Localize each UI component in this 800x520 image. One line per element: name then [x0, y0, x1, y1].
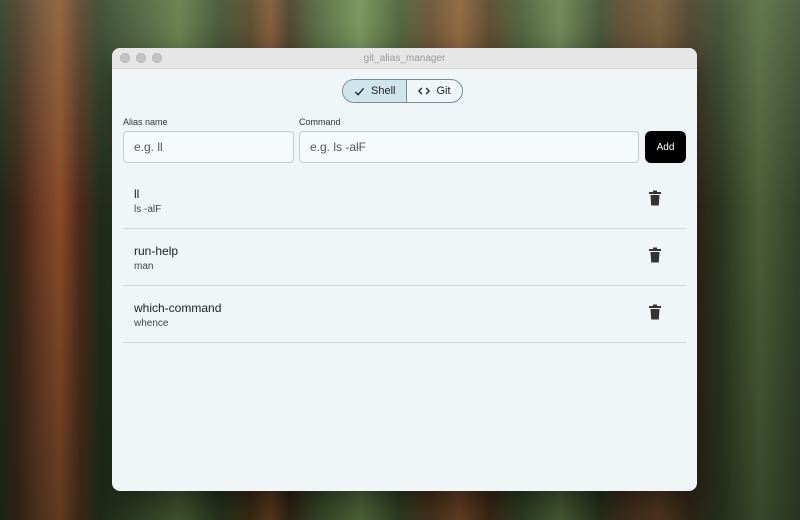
list-item: which-command whence [123, 286, 686, 343]
tab-shell-label: Shell [371, 85, 396, 97]
add-button[interactable]: Add [645, 131, 686, 163]
window-title: git_alias_manager [363, 52, 446, 64]
trash-icon[interactable] [648, 190, 662, 206]
tab-git-label: Git [436, 85, 451, 97]
trash-icon[interactable] [648, 247, 662, 263]
check-icon [354, 87, 365, 96]
alias-command: ls -alF [134, 204, 162, 215]
trash-icon[interactable] [648, 304, 662, 320]
alias-command: whence [134, 318, 169, 329]
alias-name: ll [134, 187, 140, 201]
command-input[interactable] [299, 131, 639, 163]
alias-command: man [134, 261, 154, 272]
shell-git-toggle: Shell Git [342, 79, 463, 103]
list-item: ll ls -alF [123, 172, 686, 229]
command-label: Command [299, 117, 341, 127]
alias-list: ll ls -alF run-help man which-command wh… [123, 172, 686, 343]
alias-name: which-command [134, 301, 222, 315]
tab-shell[interactable]: Shell [343, 80, 407, 102]
code-icon [418, 87, 431, 95]
list-item: run-help man [123, 229, 686, 286]
alias-name: run-help [134, 244, 179, 258]
title-bar: git_alias_manager [112, 48, 697, 69]
tab-git[interactable]: Git [406, 80, 461, 102]
alias-name-label: Alias name [123, 117, 168, 127]
app-window: git_alias_manager Shell Git Alias name C… [112, 48, 697, 491]
alias-name-input[interactable] [123, 131, 294, 163]
